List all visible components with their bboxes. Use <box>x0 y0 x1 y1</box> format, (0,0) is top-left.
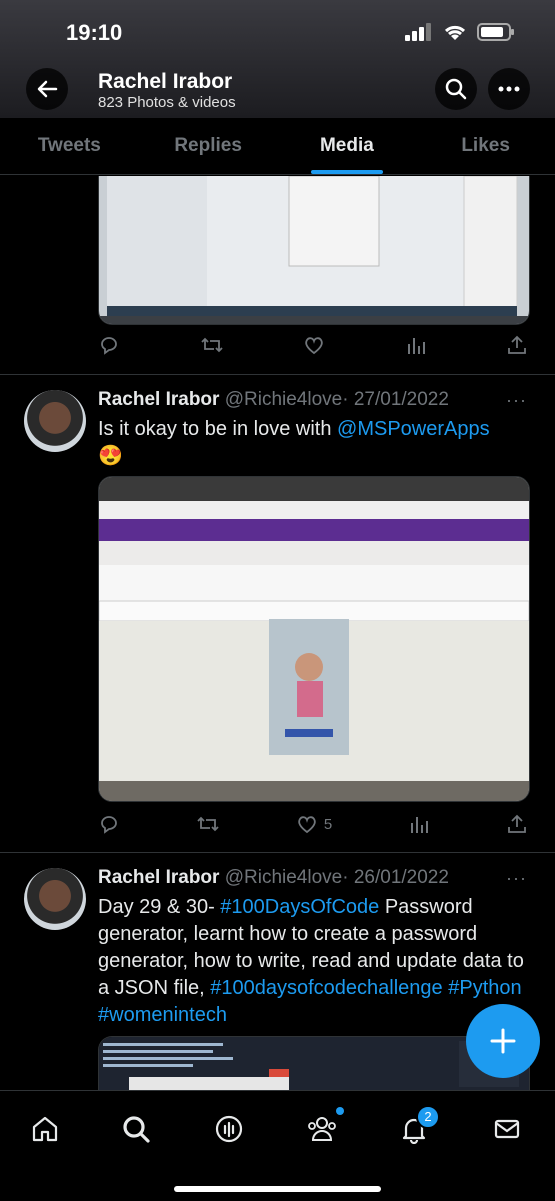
retweet-icon <box>200 337 223 353</box>
author-name[interactable]: Rachel Irabor <box>98 389 219 410</box>
more-options-button[interactable] <box>488 68 530 110</box>
tweet-date: · 27/01/2022 <box>342 389 449 410</box>
home-indicator[interactable] <box>174 1186 381 1192</box>
nav-communities[interactable] <box>302 1107 344 1149</box>
retweet-button[interactable] <box>196 813 220 835</box>
tweet-body: Day 29 & 30- <box>98 896 221 918</box>
bar-chart-icon <box>411 817 429 833</box>
envelope-icon <box>494 1119 520 1139</box>
notifications-badge: 2 <box>416 1105 440 1129</box>
tweet-actions: 5 <box>98 813 528 835</box>
reply-icon <box>101 337 117 355</box>
share-button[interactable] <box>506 334 528 356</box>
tweet-actions <box>98 334 528 356</box>
search-icon <box>445 78 467 100</box>
tweet-media-image[interactable] <box>98 476 530 802</box>
tweet-text: Is it okay to be in love with @MSPowerAp… <box>98 416 528 470</box>
profile-header: 19:10 Rachel Irabor 823 Photos & videos <box>0 0 555 118</box>
more-dots-icon <box>498 86 520 92</box>
profile-tabs: Tweets Replies Media Likes <box>0 118 555 175</box>
hashtag-link[interactable]: #100daysofcodechallenge <box>210 977 442 999</box>
avatar[interactable] <box>24 390 86 452</box>
tweet-author: Rachel Irabor @Richie4love· 27/01/2022 <box>98 389 449 411</box>
laptop-screen-photo <box>99 176 529 324</box>
like-button[interactable] <box>303 334 325 356</box>
signal-icon <box>405 23 431 41</box>
tweet-author: Rachel Irabor @Richie4love· 26/01/2022 <box>98 867 449 889</box>
tweet-more-button[interactable]: ··· <box>506 868 527 889</box>
bottom-nav: 2 <box>0 1090 555 1201</box>
share-icon <box>508 814 526 833</box>
nav-notifications[interactable]: 2 <box>394 1105 440 1149</box>
hashtag-link[interactable]: #Python <box>448 977 521 999</box>
nav-spaces[interactable] <box>209 1109 249 1149</box>
hashtag-link[interactable]: #womenintech <box>98 1004 227 1026</box>
status-time: 19:10 <box>66 20 123 45</box>
new-activity-dot <box>336 1107 344 1115</box>
powerapps-screen-photo <box>99 477 529 801</box>
wifi-icon <box>444 25 466 40</box>
divider <box>0 852 555 853</box>
people-icon <box>308 1117 336 1141</box>
retweet-button[interactable] <box>200 334 224 356</box>
divider <box>0 374 555 375</box>
views-button[interactable] <box>408 813 430 835</box>
plus-icon <box>490 1028 516 1054</box>
compose-tweet-button[interactable] <box>466 1004 540 1078</box>
bar-chart-icon <box>407 338 425 354</box>
reply-icon <box>101 816 117 834</box>
battery-icon <box>477 23 514 41</box>
tweet-body: Is it okay to be in love with <box>98 418 338 440</box>
status-icons <box>405 22 515 42</box>
microphone-icon <box>215 1115 243 1143</box>
like-button[interactable]: 5 <box>296 813 332 835</box>
retweet-icon <box>197 816 219 832</box>
tab-likes[interactable]: Likes <box>416 118 555 174</box>
tweet-text: Day 29 & 30- #100DaysOfCode Password gen… <box>98 894 528 1029</box>
author-handle: @Richie4love <box>224 389 343 410</box>
like-count: 5 <box>323 815 333 833</box>
author-name[interactable]: Rachel Irabor <box>98 867 219 888</box>
author-handle: @Richie4love <box>224 867 343 888</box>
views-button[interactable] <box>405 334 427 356</box>
tweet-emoji: 😍 <box>98 445 123 467</box>
home-icon <box>32 1116 58 1142</box>
avatar[interactable] <box>24 868 86 930</box>
tab-tweets[interactable]: Tweets <box>0 118 139 174</box>
tab-media[interactable]: Media <box>278 118 417 174</box>
nav-search[interactable] <box>116 1109 156 1149</box>
tweet-media-image[interactable] <box>98 176 530 325</box>
arrow-left-icon <box>37 80 58 98</box>
heart-icon <box>305 337 323 355</box>
reply-button[interactable] <box>98 334 120 356</box>
tweet-date: · 26/01/2022 <box>342 867 449 888</box>
mention-link[interactable]: @MSPowerApps <box>337 418 490 440</box>
heart-icon <box>298 816 316 834</box>
search-button[interactable] <box>435 68 477 110</box>
tweet-more-button[interactable]: ··· <box>506 390 527 411</box>
reply-button[interactable] <box>98 813 120 835</box>
search-icon <box>123 1116 150 1143</box>
code-editor-photo <box>99 1037 529 1091</box>
nav-messages[interactable] <box>487 1109 527 1149</box>
share-button[interactable] <box>506 813 528 835</box>
tab-replies[interactable]: Replies <box>139 118 278 174</box>
nav-home[interactable] <box>25 1109 65 1149</box>
back-button[interactable] <box>26 68 68 110</box>
share-icon <box>508 335 526 354</box>
hashtag-link[interactable]: #100DaysOfCode <box>220 896 379 918</box>
profile-name: Rachel Irabor <box>98 70 233 93</box>
media-count: 823 Photos & videos <box>98 94 236 111</box>
